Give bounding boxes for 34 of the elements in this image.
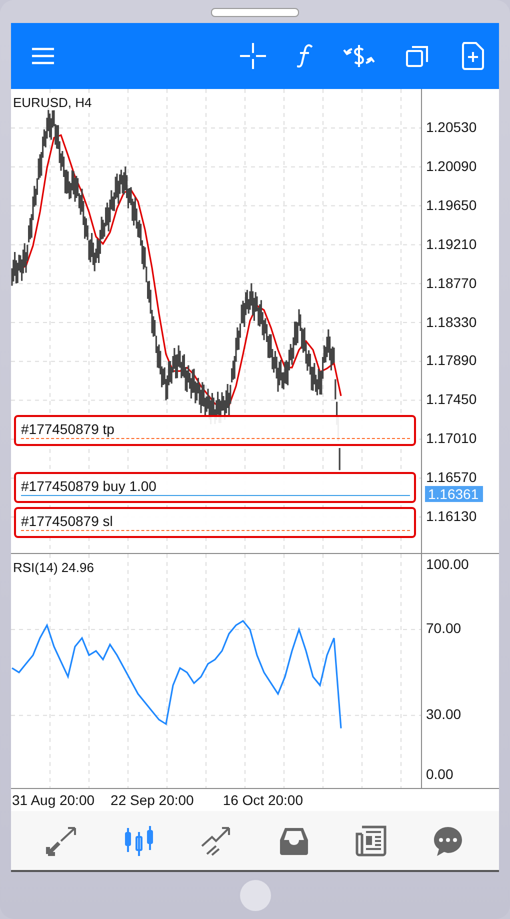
windows-icon[interactable]: [405, 43, 431, 69]
current-price-label: 1.16361: [425, 486, 483, 502]
order-text: #177450879 tp: [21, 421, 114, 437]
time-label: 22 Sep 20:00: [110, 792, 194, 808]
crosshair-icon[interactable]: [239, 42, 267, 70]
order-text: #177450879 sl: [21, 513, 113, 529]
price-label: 1.17890: [426, 352, 477, 368]
price-label: 1.17450: [426, 391, 477, 408]
rsi-scale-label: 0.00: [426, 766, 454, 782]
function-icon[interactable]: [297, 44, 313, 68]
order-text: #177450879 buy 1.00: [21, 478, 156, 494]
time-label: 31 Aug 20:00: [12, 792, 95, 808]
order-label[interactable]: #177450879 tp: [14, 415, 416, 446]
chart-title: EURUSD, H4: [13, 95, 92, 110]
time-label: 16 Oct 20:00: [222, 792, 303, 808]
new-document-icon[interactable]: [461, 42, 485, 70]
price-label: 1.19650: [426, 196, 477, 213]
price-label: 1.16130: [426, 508, 477, 524]
rsi-scale-label: 100.00: [426, 556, 469, 572]
rsi-scale-label: 30.00: [426, 706, 462, 722]
currency-exchange-icon[interactable]: [343, 43, 375, 69]
price-label: 1.19210: [426, 236, 477, 252]
price-label: 1.18330: [426, 314, 477, 330]
price-label: 1.20530: [426, 118, 477, 135]
menu-icon[interactable]: [31, 47, 55, 65]
price-label: 1.18770: [426, 274, 477, 291]
price-label: 1.17010: [426, 430, 477, 446]
price-label: 1.20090: [426, 158, 477, 174]
newspaper-icon[interactable]: [354, 824, 388, 858]
order-label[interactable]: #177450879 sl: [14, 507, 416, 538]
price-label: 1.16570: [426, 469, 477, 486]
rsi-scale-label: 70.00: [426, 620, 462, 636]
order-label[interactable]: #177450879 buy 1.00: [14, 472, 416, 503]
indicator-title: RSI(14) 24.96: [13, 560, 94, 575]
